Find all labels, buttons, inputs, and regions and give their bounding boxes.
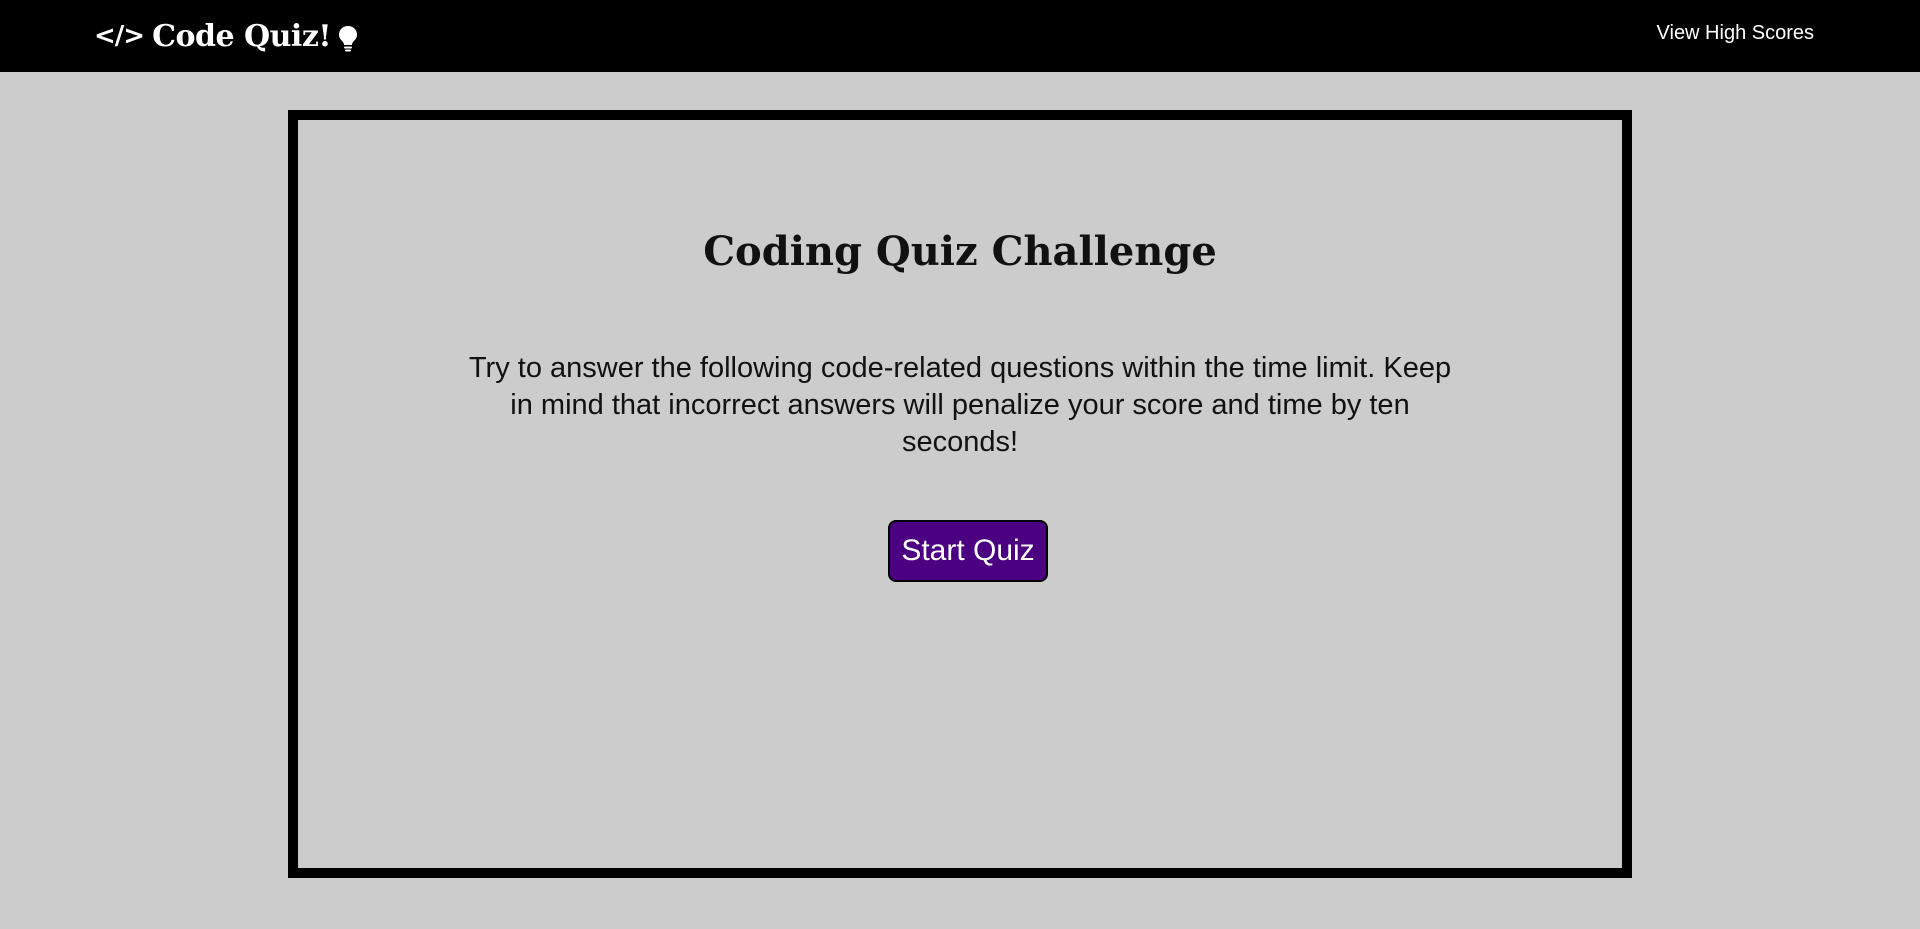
quiz-intro-card: Coding Quiz Challenge Try to answer the …: [288, 110, 1632, 878]
lightbulb-icon: [337, 24, 359, 52]
brand-title: Code Quiz!: [152, 18, 332, 54]
quiz-description: Try to answer the following code-related…: [468, 352, 1452, 458]
page-title: Coding Quiz Challenge: [703, 228, 1217, 275]
start-quiz-button[interactable]: Start Quiz: [888, 520, 1048, 582]
view-high-scores-link[interactable]: View High Scores: [1657, 22, 1814, 45]
code-icon: </>: [94, 21, 145, 51]
brand-logo: </> Code Quiz!: [94, 14, 359, 58]
top-navbar: </> Code Quiz! View High Scores: [0, 0, 1920, 72]
